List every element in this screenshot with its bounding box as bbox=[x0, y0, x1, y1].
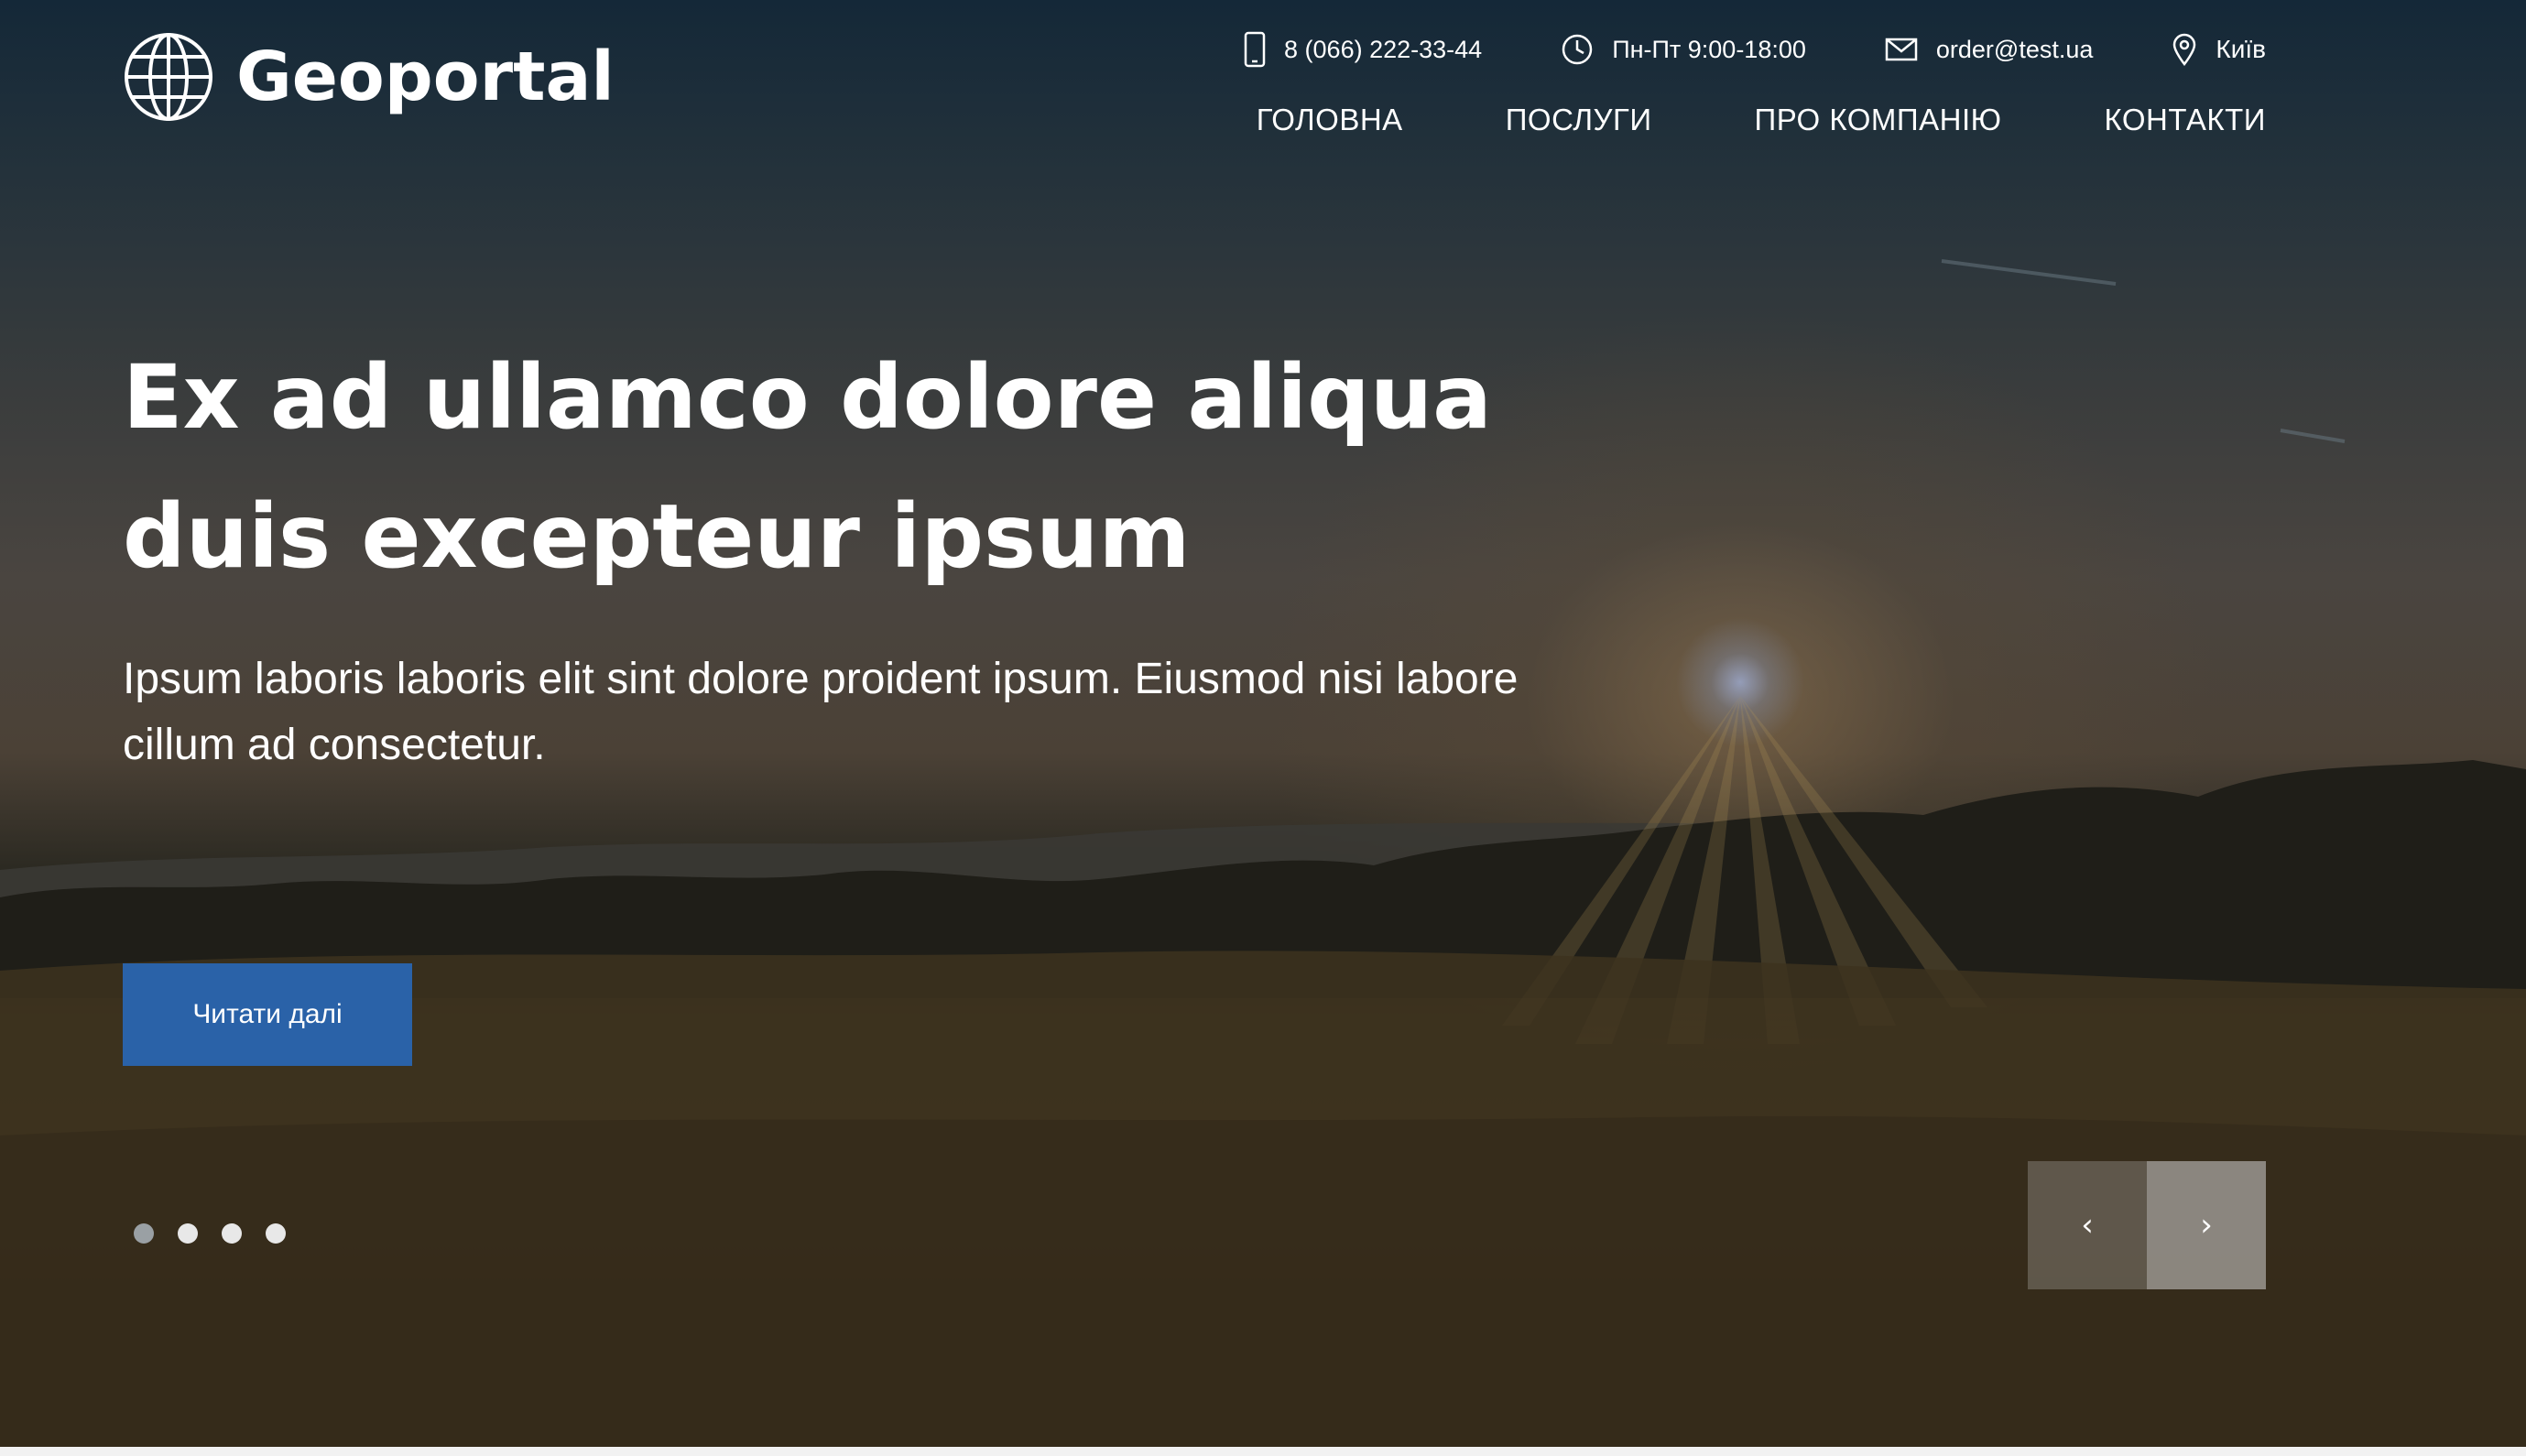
slider-dot-1[interactable] bbox=[134, 1223, 154, 1244]
hero-headline-line2: duis excepteur ipsum bbox=[123, 485, 1191, 588]
logo[interactable]: Geoportal bbox=[123, 31, 615, 123]
hero-subtext: Ipsum laboris laboris elit sint dolore p… bbox=[123, 655, 1519, 769]
globe-icon bbox=[125, 33, 212, 121]
slider-arrows: ‹ › bbox=[2028, 1161, 2266, 1289]
hero-headline: Ex ad ullamco dolore aliqua duis excepte… bbox=[123, 328, 1497, 606]
slider-dot-3[interactable] bbox=[222, 1223, 242, 1244]
nav-about[interactable]: ПРО КОМПАНІЮ bbox=[1755, 103, 2002, 137]
logo-text: Geoportal bbox=[236, 38, 615, 116]
slider-dot-4[interactable] bbox=[266, 1223, 286, 1244]
main-nav: ГОЛОВНА ПОСЛУГИ ПРО КОМПАНІЮ КОНТАКТИ bbox=[1257, 103, 2266, 137]
contact-hours: Пн-Пт 9:00-18:00 bbox=[1561, 33, 1806, 66]
phone-icon bbox=[1244, 31, 1266, 68]
clock-icon bbox=[1562, 34, 1593, 65]
read-more-button[interactable]: Читати далі bbox=[123, 963, 412, 1066]
nav-services[interactable]: ПОСЛУГИ bbox=[1506, 103, 1652, 137]
city-name: Київ bbox=[2216, 35, 2266, 63]
hero-headline-line1: Ex ad ullamco dolore aliqua bbox=[123, 346, 1492, 449]
nav-home[interactable]: ГОЛОВНА bbox=[1257, 103, 1403, 137]
slider-dots bbox=[134, 1223, 286, 1244]
map-pin-icon bbox=[2173, 33, 2196, 66]
slider-prev-button[interactable]: ‹ bbox=[2028, 1161, 2147, 1289]
contact-phone[interactable]: 8 (066) 222-33-44 bbox=[1244, 31, 1482, 68]
contact-location[interactable]: Київ bbox=[2172, 33, 2266, 66]
contact-email[interactable]: order@test.ua bbox=[1885, 35, 2094, 64]
slider-next-button[interactable]: › bbox=[2147, 1161, 2266, 1289]
contact-bar: 8 (066) 222-33-44 Пн-Пт 9:00-18:00 order… bbox=[1244, 31, 2266, 68]
slider-dot-2[interactable] bbox=[178, 1223, 198, 1244]
mail-icon bbox=[1885, 38, 1918, 61]
email-address: order@test.ua bbox=[1935, 35, 2094, 63]
nav-contacts[interactable]: КОНТАКТИ bbox=[2104, 103, 2266, 137]
hero-slider: Geoportal 8 (066) 222-33-44 Пн-Пт 9:00-1… bbox=[0, 0, 2526, 1447]
working-hours: Пн-Пт 9:00-18:00 bbox=[1612, 35, 1806, 63]
phone-number: 8 (066) 222-33-44 bbox=[1284, 35, 1483, 63]
